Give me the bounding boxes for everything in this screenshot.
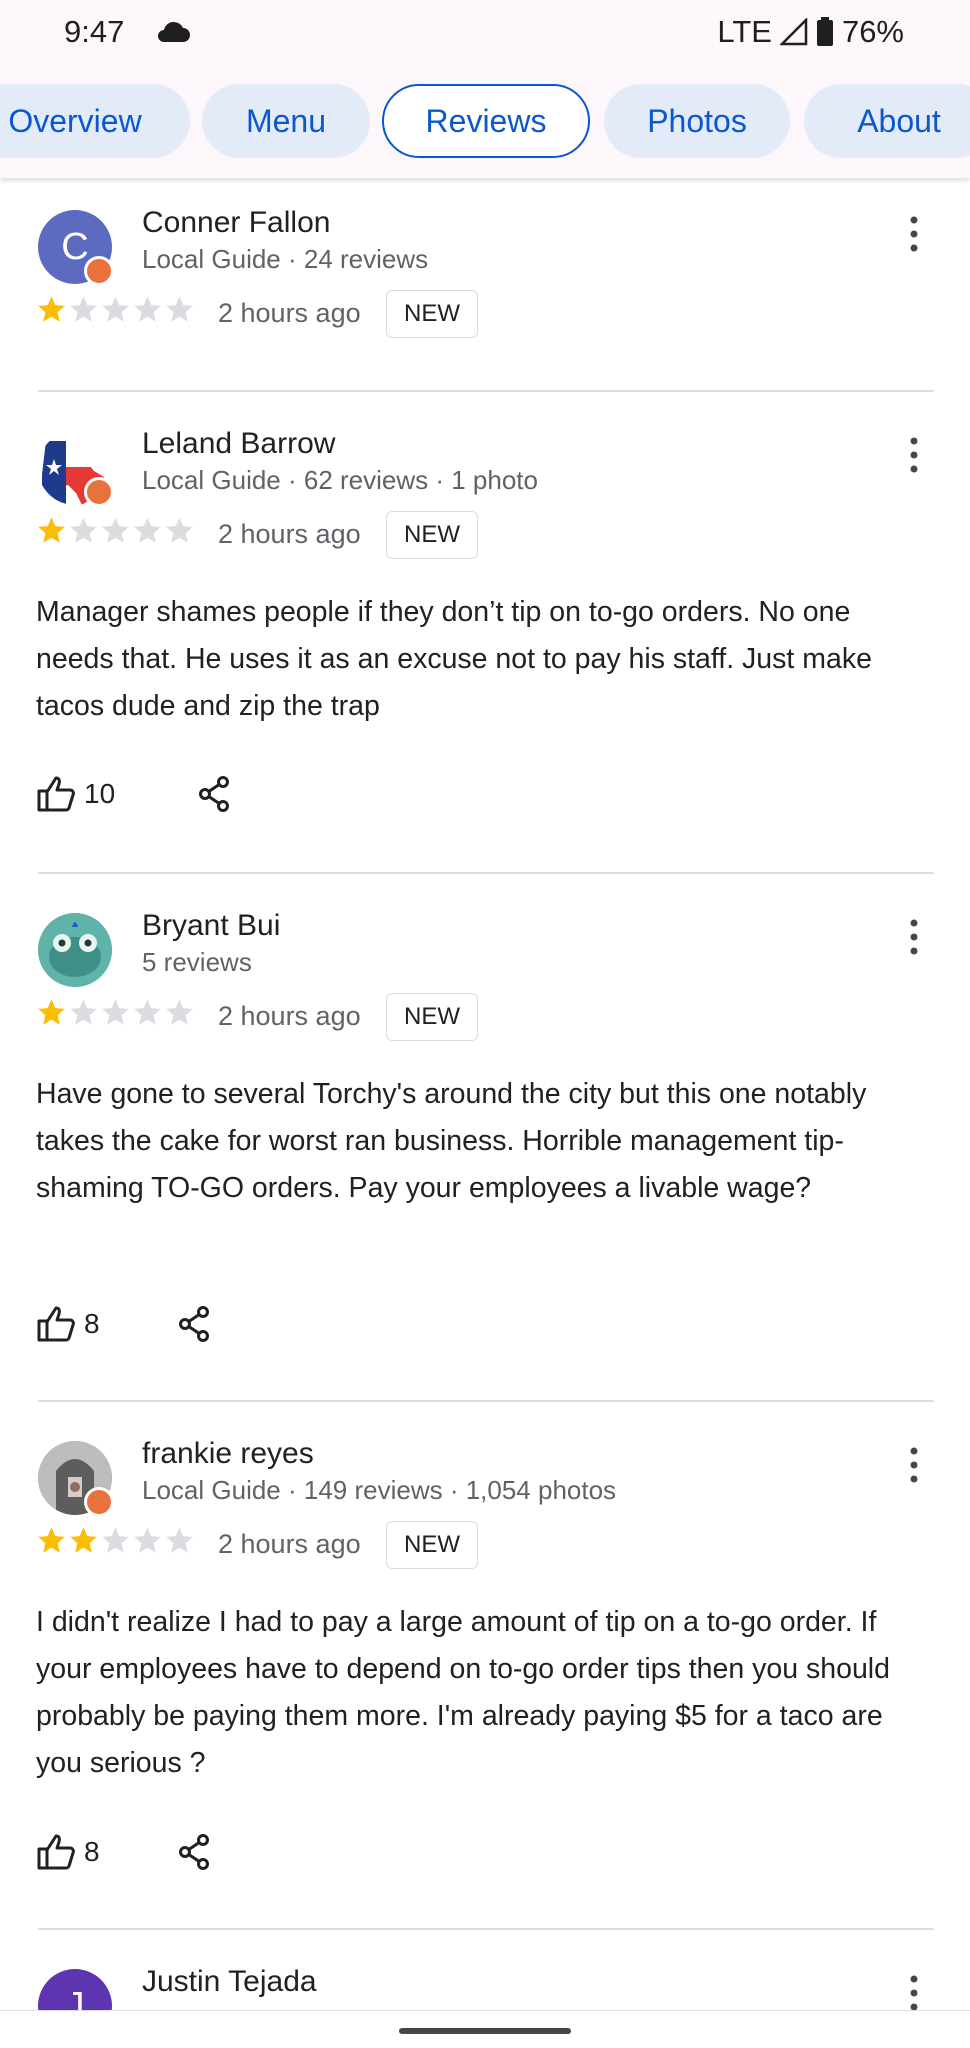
star-empty-icon — [134, 517, 161, 543]
star-filled-icon — [70, 1527, 97, 1553]
divider — [38, 1928, 934, 1930]
more-options-icon[interactable] — [904, 1973, 924, 2010]
avatar-letter: J — [65, 1984, 85, 2011]
review-item: C Conner Fallon Local Guide · 24 reviews… — [0, 194, 970, 384]
share-icon[interactable] — [176, 1305, 212, 1343]
review-time: 2 hours ago — [218, 1529, 361, 1559]
tab-photos[interactable]: Photos — [604, 84, 790, 158]
review-item: Bryant Bui 5 reviews 2 hours ago NEW Hav… — [0, 897, 970, 1377]
reviewer-meta: Local Guide · 149 reviews · 1,054 photos — [142, 1475, 617, 1505]
local-guide-badge-icon — [84, 256, 114, 286]
star-rating — [36, 515, 195, 546]
tab-about[interactable]: About — [804, 84, 970, 158]
like-button[interactable]: 8 — [36, 1833, 100, 1871]
review-time: 2 hours ago — [218, 298, 361, 328]
status-bar: 9:47 LTE 76% — [0, 0, 970, 66]
new-badge: NEW — [386, 993, 478, 1041]
review-time: 2 hours ago — [218, 519, 361, 549]
review-text: I didn't realize I had to pay a large am… — [36, 1606, 890, 1779]
tab-menu[interactable]: Menu — [202, 84, 370, 158]
star-empty-icon — [134, 999, 161, 1025]
review-item: frankie reyes Local Guide · 149 reviews … — [0, 1425, 970, 1905]
battery-level: 76% — [841, 14, 904, 49]
nav-divider — [0, 2010, 970, 2011]
star-empty-icon — [166, 999, 193, 1025]
like-button[interactable]: 10 — [36, 775, 115, 813]
star-rating — [36, 1525, 195, 1556]
review-time: 2 hours ago — [218, 1001, 361, 1031]
star-empty-icon — [166, 517, 193, 543]
network-label: LTE — [717, 14, 772, 49]
reviewer-meta: Local Guide · 62 reviews · 1 photo — [142, 465, 538, 495]
avatar-letter: C — [61, 225, 89, 268]
like-count: 10 — [84, 778, 116, 809]
review-text: Manager shames people if they don’t tip … — [36, 596, 872, 722]
star-filled-icon — [38, 1527, 65, 1553]
review-text: Have gone to several Torchy's around the… — [36, 1078, 867, 1204]
divider — [38, 390, 934, 392]
gesture-home-bar[interactable] — [399, 2028, 571, 2034]
place-tabs: Overview Menu Reviews Photos About — [0, 66, 970, 178]
divider — [38, 872, 934, 874]
tab-overview[interactable]: Overview — [0, 84, 190, 158]
local-guide-badge-icon — [84, 477, 114, 507]
tab-reviews[interactable]: Reviews — [382, 84, 590, 158]
thumbs-up-icon — [37, 1834, 75, 1870]
star-rating — [36, 294, 195, 325]
like-count: 8 — [84, 1836, 100, 1867]
status-time: 9:47 — [64, 14, 125, 49]
thumbs-up-icon — [37, 776, 75, 812]
star-empty-icon — [102, 517, 129, 543]
reviewer-name[interactable]: Bryant Bui — [142, 909, 280, 943]
like-button[interactable]: 8 — [36, 1305, 100, 1343]
star-empty-icon — [70, 296, 97, 322]
star-empty-icon — [70, 517, 97, 543]
share-icon[interactable] — [196, 775, 232, 813]
star-empty-icon — [166, 296, 193, 322]
new-badge: NEW — [386, 290, 478, 338]
signal-icon — [779, 18, 808, 46]
star-empty-icon — [70, 999, 97, 1025]
star-empty-icon — [134, 1527, 161, 1553]
reviewer-name[interactable]: Justin Tejada — [142, 1965, 317, 1999]
avatar[interactable]: J — [38, 1969, 112, 2010]
star-empty-icon — [102, 1527, 129, 1553]
star-filled-icon — [38, 999, 65, 1025]
reviewer-meta: 5 reviews — [142, 947, 252, 977]
more-options-icon[interactable] — [904, 1445, 924, 1485]
star-rating — [36, 997, 195, 1028]
thumbs-up-icon — [37, 1306, 75, 1342]
more-options-icon[interactable] — [904, 435, 924, 475]
star-empty-icon — [102, 999, 129, 1025]
like-count: 8 — [84, 1308, 100, 1339]
star-filled-icon — [38, 517, 65, 543]
new-badge: NEW — [386, 1521, 478, 1569]
cartoon-avatar-icon — [38, 913, 112, 987]
reviewer-name[interactable]: frankie reyes — [142, 1437, 314, 1471]
local-guide-badge-icon — [84, 1487, 114, 1517]
more-options-icon[interactable] — [904, 917, 924, 957]
status-indicators: LTE 76% — [717, 14, 904, 50]
cloud-icon — [158, 21, 190, 42]
divider — [38, 1400, 934, 1402]
reviewer-meta: Local Guide · 24 reviews — [142, 244, 429, 274]
star-empty-icon — [102, 296, 129, 322]
share-icon[interactable] — [176, 1833, 212, 1871]
new-badge: NEW — [386, 511, 478, 559]
reviewer-name[interactable]: Leland Barrow — [142, 427, 335, 461]
reviewer-name[interactable]: Conner Fallon — [142, 206, 330, 240]
star-empty-icon — [134, 296, 161, 322]
star-empty-icon — [166, 1527, 193, 1553]
review-item: Leland Barrow Local Guide · 62 reviews ·… — [0, 415, 970, 855]
star-filled-icon — [38, 296, 65, 322]
review-item: J Justin Tejada — [0, 1953, 970, 2010]
battery-icon — [816, 17, 833, 46]
more-options-icon[interactable] — [904, 214, 924, 254]
avatar[interactable] — [38, 913, 112, 987]
